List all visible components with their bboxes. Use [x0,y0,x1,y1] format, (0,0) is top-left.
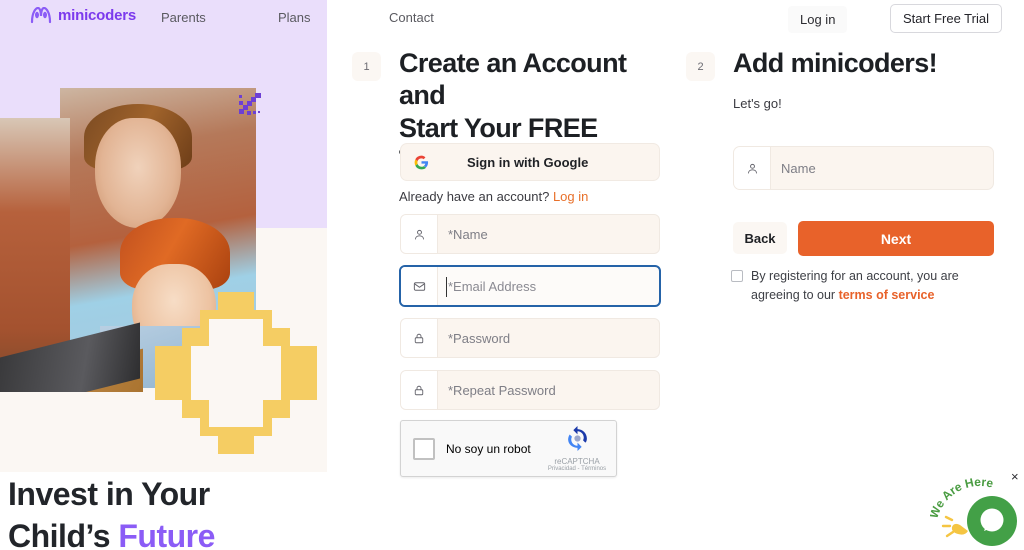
lock-icon [414,333,424,343]
top-navigation: minicoders Parents Plans Contact Log in … [0,0,1024,34]
step-2-subtitle: Let's go! [733,96,782,111]
minicoder-name-placeholder: Name [781,160,816,176]
text-cursor [446,277,447,297]
lock-icon-box-password [401,319,438,357]
chat-widget-icon: We Are Here [927,475,1017,546]
chat-widget[interactable]: We Are Here [927,468,1024,550]
repeat-password-field-placeholder: *Repeat Password [448,382,556,398]
hero-heading: Invest in Your Child’s Future [8,474,215,550]
name-field[interactable]: *Name [400,214,660,254]
page-root: Invest in Your Child’s Future minicoders… [0,0,1024,550]
recaptcha-branding: reCAPTCHA Privacidad - Términos [546,426,608,472]
recaptcha-checkbox[interactable] [413,437,435,460]
repeat-password-field[interactable]: *Repeat Password [400,370,660,410]
terms-checkbox[interactable] [731,270,743,282]
step-1-badge: 1 [352,52,381,81]
already-have-account-label: Already have an account? [399,188,553,204]
login-button[interactable]: Log in [788,6,848,33]
name-field-placeholder: *Name [448,226,488,242]
terms-of-service-link[interactable]: terms of service [839,288,935,302]
google-signin-wrapper: Sign in with Google [400,143,660,181]
brand-logo-text: minicoders [58,7,137,24]
step-2-header: 2 Add minicoders! [686,47,1006,81]
sign-in-with-google-button[interactable]: Sign in with Google [400,143,660,181]
user-icon [747,163,757,173]
recaptcha-icon [567,426,587,451]
hero-heading-line1: Invest in Your [8,476,210,512]
nav-link-parents[interactable]: Parents [161,10,206,25]
terms-agreement: By registering for an account, you are a… [731,267,999,305]
next-button[interactable]: Next [798,221,994,256]
recaptcha-legal-links[interactable]: Privacidad - Términos [546,466,608,472]
recaptcha-widget[interactable]: No soy un robot reCAPTCHA Privacidad - T… [400,420,617,477]
password-field-placeholder: *Password [448,330,511,346]
start-free-trial-button[interactable]: Start Free Trial [890,4,1002,33]
email-field-wrapper: *Email Address [399,265,661,307]
pixel-cross-decoration [155,292,317,454]
user-icon-box-minicoder [734,147,771,189]
email-field[interactable]: *Email Address [399,265,661,307]
hero-heading-accent: Future [118,517,215,550]
step-2-column: 2 Add minicoders! Let's go! [686,47,1006,111]
hero-panel [0,0,327,472]
password-field-wrapper: *Password [400,318,660,358]
sign-in-with-google-label: Sign in with Google [467,154,589,170]
password-field[interactable]: *Password [400,318,660,358]
repeat-password-field-wrapper: *Repeat Password [400,370,660,410]
chat-close-icon[interactable]: × [1011,470,1019,483]
brand-logo[interactable]: minicoders [30,7,136,24]
already-have-account-text: Already have an account? Log in [399,189,672,204]
step-1-title-line1: Create an Account and [399,48,627,111]
minicoder-name-field-wrapper: Name [733,146,994,190]
minicoder-name-field[interactable]: Name [733,146,994,190]
recaptcha-brand-name: reCAPTCHA [554,457,600,466]
waving-hand-icon [941,515,968,538]
envelope-icon-box [401,267,438,305]
email-field-placeholder: *Email Address [448,278,537,294]
hero-photo-parent-face [95,118,181,228]
user-icon-box [401,215,438,253]
user-icon [414,229,424,239]
nav-link-plans[interactable]: Plans [278,10,311,25]
minicoders-logo-icon [30,7,52,24]
recaptcha-label: No soy un robot [446,441,531,456]
terms-text: By registering for an account, you are a… [751,267,999,305]
envelope-icon [413,281,425,291]
google-icon [414,155,429,169]
step-2-title: Add minicoders! [733,48,938,78]
login-link[interactable]: Log in [553,189,588,204]
nav-link-contact[interactable]: Contact [389,10,434,25]
pixel-arrow-icon [239,93,261,115]
name-field-wrapper: *Name [400,214,660,254]
step-2-badge: 2 [686,52,715,81]
back-button[interactable]: Back [733,222,787,254]
hero-heading-line2-plain: Child’s [8,517,119,550]
lock-icon-box-repeat [401,371,438,409]
lock-icon [414,385,424,395]
